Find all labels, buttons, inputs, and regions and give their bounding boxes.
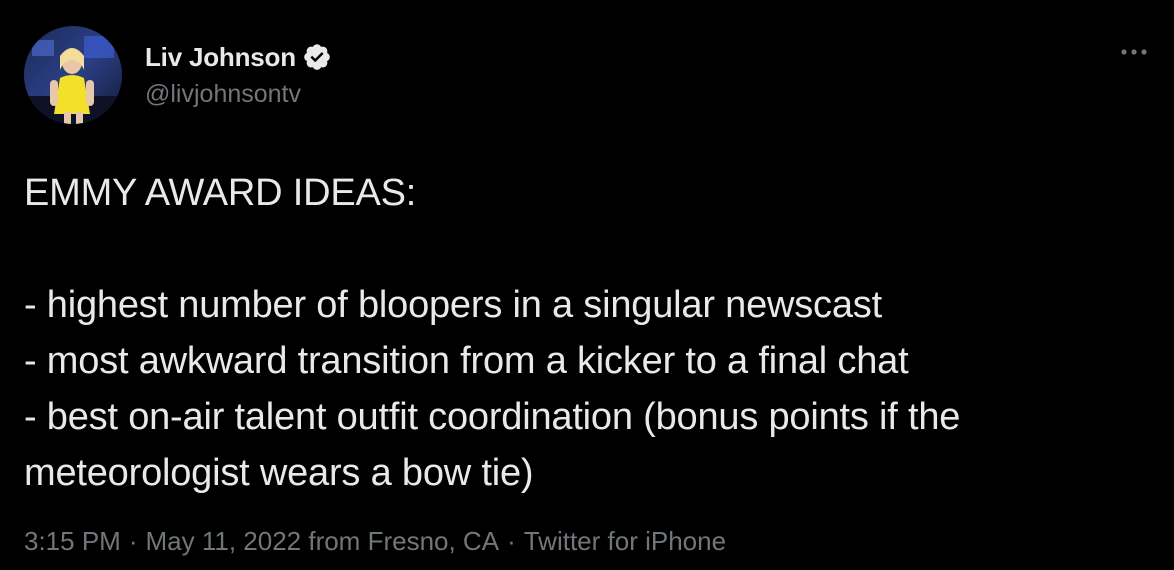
tweet-card: Liv Johnson @livjohnsontv EMMY AWARD IDE… [0, 0, 1174, 570]
author-display-name[interactable]: Liv Johnson [145, 42, 296, 73]
tweet-source-link[interactable]: Twitter for iPhone [524, 526, 726, 557]
author-name-row: Liv Johnson [145, 40, 332, 74]
verified-badge-icon [302, 42, 332, 72]
tweet-meta: 3:15 PM · May 11, 2022 from Fresno, CA ·… [24, 526, 726, 557]
tweet-date-location[interactable]: May 11, 2022 from Fresno, CA [146, 526, 500, 557]
tweet-text: EMMY AWARD IDEAS: - highest number of bl… [24, 172, 961, 494]
more-options-button[interactable] [1118, 40, 1150, 64]
author-handle[interactable]: @livjohnsontv [145, 80, 301, 109]
more-horizontal-icon [1121, 49, 1147, 55]
avatar[interactable] [24, 26, 122, 124]
meta-separator: · [128, 526, 138, 556]
avatar-image [24, 26, 122, 124]
tweet-time[interactable]: 3:15 PM [24, 526, 121, 557]
meta-separator: · [507, 526, 516, 556]
